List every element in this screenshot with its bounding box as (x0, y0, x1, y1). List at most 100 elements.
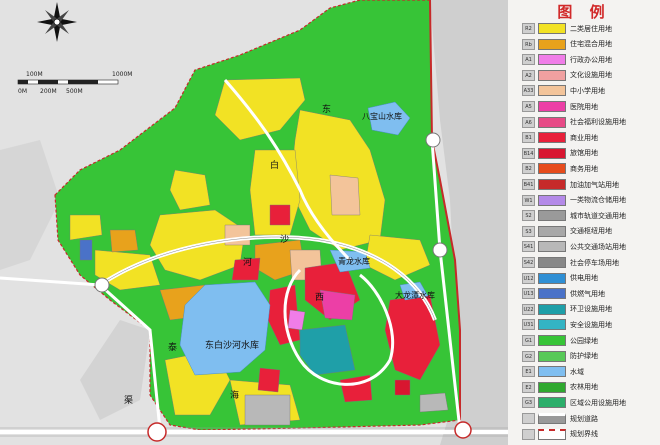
legend-label: 防护绿地 (570, 352, 598, 361)
legend-code: Rb (522, 38, 535, 50)
gas-supply-block (79, 239, 93, 261)
legend-code: W1 (522, 194, 535, 206)
legend-label: 区域公用设施用地 (570, 398, 626, 407)
legend-code: A6 (522, 116, 535, 128)
legend-label: 水域 (570, 367, 584, 376)
legend-item: A1 行政办公用地 (522, 53, 612, 66)
scale-label: 0M (18, 88, 27, 95)
legend-item: E1 水域 (522, 365, 584, 378)
legend-item: 规划道路 (522, 412, 598, 425)
legend-label: 供燃气用地 (570, 289, 605, 298)
legend-item: B41 加油加气站用地 (522, 178, 619, 191)
legend-label: 农林用地 (570, 383, 598, 392)
legend-item: U31 安全设施用地 (522, 318, 612, 331)
legend-code: S3 (522, 225, 535, 237)
legend-label: 旅馆用地 (570, 149, 598, 158)
legend-swatch (538, 116, 566, 128)
legend-swatch (538, 397, 566, 409)
legend-label: 环卫设施用地 (570, 305, 612, 314)
place-char-label: 海 (230, 391, 240, 401)
legend-item: G2 防护绿地 (522, 350, 598, 363)
legend-swatch (538, 335, 566, 346)
transit-depot-block (419, 392, 449, 413)
scale-label: 100M (26, 71, 43, 78)
legend-item: A5 医院用地 (522, 100, 598, 113)
place-char-label: 西 (315, 293, 325, 303)
scale-label: 200M (40, 88, 57, 95)
legend-code: G2 (522, 350, 535, 362)
legend-swatch (538, 194, 566, 206)
legend-swatch (538, 303, 566, 315)
legend-code: G1 (522, 335, 535, 346)
legend-code: S42 (522, 257, 535, 268)
legend-swatch (538, 225, 566, 237)
legend-label: 社会福利设施用地 (570, 118, 626, 127)
hotel-block (394, 379, 411, 396)
legend-swatch (538, 101, 566, 112)
legend-item: E2 农林用地 (522, 381, 598, 394)
legend-swatch (538, 38, 566, 50)
legend-code: S2 (522, 210, 535, 222)
legend-item: S41 公共交通场站用地 (522, 240, 626, 253)
legend-swatch (538, 413, 566, 424)
legend-label: 加油加气站用地 (570, 180, 619, 189)
admin-office-block (287, 309, 306, 331)
commercial-block (257, 367, 281, 393)
legend-swatch (538, 272, 566, 284)
legend-code: B1 (522, 132, 535, 144)
place-char-label: 白 (270, 161, 280, 171)
legend-item: A33 中小学用地 (522, 84, 605, 97)
legend-code: B2 (522, 163, 535, 175)
legend-code: A2 (522, 69, 535, 81)
commercial-block (269, 204, 291, 226)
legend-item: U12 供电用地 (522, 272, 598, 285)
legend-swatch (538, 147, 566, 159)
legend-item: 规划界线 (522, 428, 598, 441)
legend-label: 行政办公用地 (570, 55, 612, 64)
legend-swatch (538, 257, 566, 268)
legend-item: B2 商务用地 (522, 162, 598, 175)
reservoir-label: 青龙水库 (338, 257, 370, 266)
legend-swatch (538, 85, 566, 97)
legend-item: R2 二类居住用地 (522, 22, 612, 35)
legend-swatch (538, 319, 566, 331)
legend-label: 二类居住用地 (570, 24, 612, 33)
place-char-label: 渠 (124, 396, 134, 406)
legend-swatch (538, 381, 566, 393)
place-char-label: 沙 (280, 235, 290, 245)
hospital-block (319, 289, 356, 321)
legend-title: 图 例 (557, 3, 611, 21)
legend-item: G3 区域公用设施用地 (522, 396, 626, 409)
legend-label: 城市轨道交通用地 (570, 211, 626, 220)
place-char-label: 东 (322, 105, 332, 115)
legend-item: S3 交通枢纽用地 (522, 225, 612, 238)
legend-label: 文化设施用地 (570, 71, 612, 80)
legend-label: 供电用地 (570, 274, 598, 283)
legend-code: B14 (522, 147, 535, 159)
legend-code: E2 (522, 381, 535, 393)
legend-swatch (538, 366, 566, 378)
legend-code: U22 (522, 303, 535, 315)
legend-code: A1 (522, 54, 535, 66)
legend-label: 公园绿地 (570, 336, 598, 345)
legend-code (522, 428, 535, 440)
legend-label: 规划道路 (570, 414, 598, 423)
legend-item: G1 公园绿地 (522, 334, 598, 347)
legend-swatch (538, 428, 566, 440)
legend-item: U13 供燃气用地 (522, 287, 605, 300)
legend-item: A2 文化设施用地 (522, 69, 612, 82)
legend-item: S2 城市轨道交通用地 (522, 209, 626, 222)
legend-swatch (538, 350, 566, 362)
legend-swatch (538, 288, 566, 300)
legend-label: 安全设施用地 (570, 320, 612, 329)
legend-label: 中小学用地 (570, 86, 605, 95)
legend-code: U31 (522, 319, 535, 331)
legend-code: A33 (522, 85, 535, 97)
legend-swatch (538, 23, 566, 34)
legend-code: B41 (522, 179, 535, 190)
legend-item: B14 旅馆用地 (522, 147, 598, 160)
reservoir-label: 八宝山水库 (362, 112, 402, 121)
legend-swatch (538, 69, 566, 81)
legend-code: U13 (522, 288, 535, 300)
legend-label: 社会停车场用地 (570, 258, 619, 267)
